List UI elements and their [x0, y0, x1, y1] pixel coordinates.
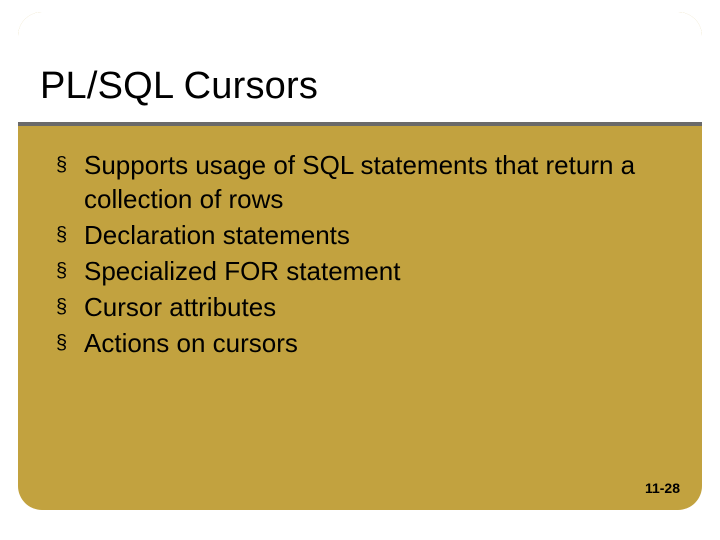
- title-area: PL/SQL Cursors: [18, 12, 702, 122]
- bullet-text: Actions on cursors: [84, 326, 664, 360]
- bullet-icon: §: [56, 290, 84, 324]
- list-item: § Declaration statements: [56, 218, 664, 252]
- list-item: § Actions on cursors: [56, 326, 664, 360]
- bullet-icon: §: [56, 148, 84, 182]
- content-area: § Supports usage of SQL statements that …: [56, 148, 664, 362]
- list-item: § Supports usage of SQL statements that …: [56, 148, 664, 216]
- slide-title: PL/SQL Cursors: [40, 65, 318, 108]
- bullet-text: Specialized FOR statement: [84, 254, 664, 288]
- bullet-text: Declaration statements: [84, 218, 664, 252]
- bullet-text: Supports usage of SQL statements that re…: [84, 148, 664, 216]
- list-item: § Specialized FOR statement: [56, 254, 664, 288]
- bullet-icon: §: [56, 218, 84, 252]
- bullet-icon: §: [56, 254, 84, 288]
- slide-frame: PL/SQL Cursors § Supports usage of SQL s…: [18, 12, 702, 510]
- page-number: 11-28: [645, 480, 680, 496]
- title-underline: [18, 122, 702, 126]
- bullet-icon: §: [56, 326, 84, 360]
- bullet-text: Cursor attributes: [84, 290, 664, 324]
- list-item: § Cursor attributes: [56, 290, 664, 324]
